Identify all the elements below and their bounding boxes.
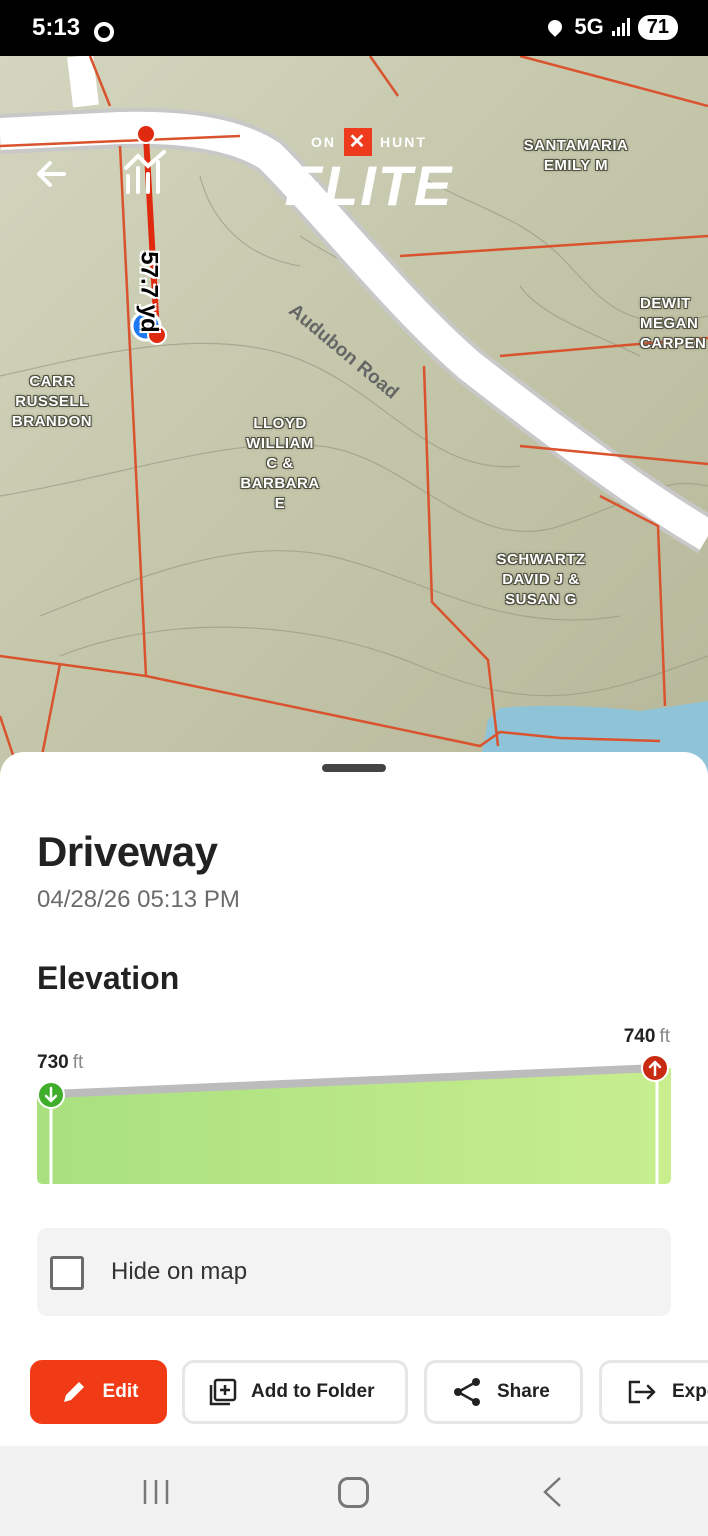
add-folder-icon: [209, 1378, 237, 1406]
brand-hunt: HUNT: [380, 134, 427, 150]
parcel-label-santamaria[interactable]: SANTAMARIA EMILY M: [508, 136, 644, 176]
end-marker-icon: [641, 1054, 669, 1082]
edit-button-label: Edit: [102, 1381, 139, 1402]
add-to-folder-label: Add to Folder: [251, 1381, 375, 1402]
details-sheet: Driveway 04/28/26 05:13 PM Elevation 740…: [0, 752, 708, 1446]
brand-on: ON: [311, 134, 337, 150]
hide-on-map-checkbox[interactable]: [50, 1256, 84, 1290]
sheet-grabber[interactable]: [322, 764, 386, 772]
line-title: Driveway: [37, 828, 218, 875]
recent-apps-icon[interactable]: [142, 1478, 170, 1506]
elevation-area: [37, 1068, 671, 1184]
map-view[interactable]: ON ✕ HUNT ELITE Audubon Road 57.7 yd SAN…: [0, 56, 708, 776]
system-nav-bar: [0, 1446, 708, 1536]
status-time: 5:13: [32, 14, 81, 41]
hide-on-map-row[interactable]: Hide on map: [37, 1228, 671, 1316]
line-datetime: 04/28/26 05:13 PM: [37, 886, 240, 913]
elevation-heading: Elevation: [37, 960, 180, 996]
elevation-end-unit: ft: [659, 1026, 670, 1047]
share-button[interactable]: Share: [424, 1360, 583, 1424]
elevation-profile-icon[interactable]: [120, 148, 172, 196]
brand-elite: ELITE: [284, 154, 454, 217]
parcel-label-carr[interactable]: CARR RUSSELL BRANDON: [2, 372, 102, 432]
share-icon: [454, 1378, 480, 1406]
hide-on-map-label: Hide on map: [111, 1258, 248, 1285]
elevation-chart: [37, 1054, 671, 1184]
export-icon: [628, 1380, 656, 1404]
network-label: 5G: [574, 14, 604, 39]
edit-button[interactable]: Edit: [30, 1360, 167, 1424]
chrome-icon: [94, 22, 114, 42]
back-arrow-icon[interactable]: [30, 152, 74, 196]
action-bar: Edit Add to Folder Share Export: [0, 1358, 708, 1426]
measurement-label: 57.7 yd: [135, 251, 163, 333]
parcel-label-dewit[interactable]: DEWIT MEGAN CARPEN: [640, 294, 708, 354]
brand-x-mark: ✕: [344, 128, 373, 156]
add-to-folder-button[interactable]: Add to Folder: [182, 1360, 408, 1424]
elevation-end-label: 740 ft: [624, 1026, 670, 1048]
parcel-label-lloyd[interactable]: LLOYD WILLIAM C & BARBARA E: [230, 414, 330, 514]
status-right: 5G 71: [545, 14, 678, 40]
share-button-label: Share: [497, 1381, 550, 1402]
elevation-end-value: 740: [623, 1026, 656, 1047]
nav-back-icon[interactable]: [540, 1476, 564, 1508]
start-marker-icon: [37, 1081, 65, 1109]
pencil-icon: [63, 1382, 84, 1402]
onx-hunt-elite-logo: ON ✕ HUNT ELITE: [276, 128, 462, 214]
signal-icon: [611, 18, 630, 36]
location-icon: [545, 17, 566, 37]
export-button[interactable]: Export: [599, 1360, 708, 1424]
status-bar: 5:13 5G 71: [0, 0, 708, 56]
parcel-label-schwartz[interactable]: SCHWARTZ DAVID J & SUSAN G: [486, 550, 596, 610]
home-icon[interactable]: [338, 1477, 369, 1508]
battery-indicator: 71: [637, 14, 678, 40]
export-button-label: Export: [672, 1381, 708, 1402]
